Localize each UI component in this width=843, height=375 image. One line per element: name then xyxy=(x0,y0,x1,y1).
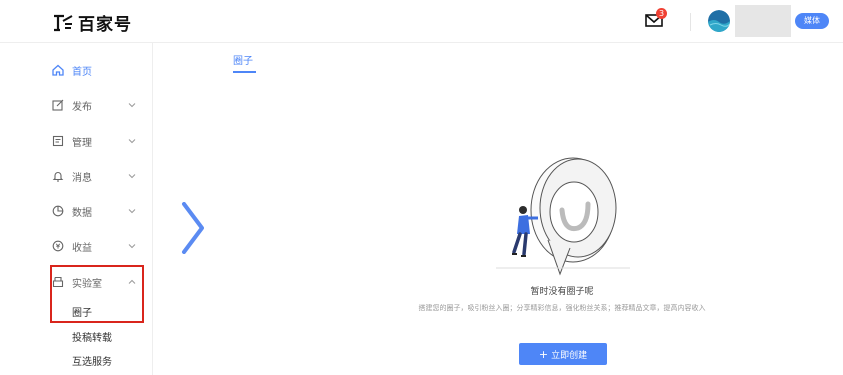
top-header: 百家号 3 媒体 xyxy=(0,0,843,43)
money-icon xyxy=(52,240,64,252)
empty-state-title: 暂时没有圈子呢 xyxy=(530,287,594,297)
empty-state-description: 搭建您的圈子，吸引粉丝入圈；分享精彩信息，强化粉丝关系；推荐精品文章，提高内容收… xyxy=(418,304,706,312)
sidebar-item-label: 消息 xyxy=(72,172,92,184)
tab-active-underline xyxy=(233,71,256,73)
sidebar-subitem-mutual-selection[interactable]: 互选服务 xyxy=(72,353,112,368)
sidebar-subitem-submission-reprint[interactable]: 投稿转载 xyxy=(72,329,112,344)
sidebar-item-income[interactable]: 收益 xyxy=(52,236,144,256)
chevron-down-icon xyxy=(128,209,136,214)
tab-circle[interactable]: 圈子 xyxy=(233,52,253,67)
username-redacted xyxy=(735,5,791,37)
plus-icon: + xyxy=(538,347,549,361)
sidebar-item-label: 发布 xyxy=(72,101,92,113)
chevron-right-icon xyxy=(182,202,204,254)
create-button-label: 立即创建 xyxy=(551,350,588,361)
edit-icon xyxy=(52,99,64,111)
list-icon xyxy=(52,135,64,147)
chevron-down-icon xyxy=(128,103,136,108)
sidebar-item-manage[interactable]: 管理 xyxy=(52,131,144,151)
create-circle-button[interactable]: + 立即创建 xyxy=(519,343,607,365)
empty-state-illustration xyxy=(496,157,630,276)
pie-chart-icon xyxy=(52,205,64,217)
role-badge: 媒体 xyxy=(795,13,829,29)
sidebar-item-label: 首页 xyxy=(72,66,92,78)
chevron-down-icon xyxy=(128,139,136,144)
sidebar-item-label: 管理 xyxy=(72,137,92,149)
sidebar-item-label: 数据 xyxy=(72,207,92,219)
avatar[interactable] xyxy=(708,10,730,32)
header-divider xyxy=(690,13,691,31)
home-icon xyxy=(52,64,64,76)
sidebar-item-data[interactable]: 数据 xyxy=(52,201,144,221)
notification-badge: 3 xyxy=(656,8,667,19)
logo-text: 百家号 xyxy=(78,15,132,35)
sidebar-item-messages[interactable]: 消息 xyxy=(52,166,144,186)
chevron-down-icon xyxy=(128,174,136,179)
bell-icon xyxy=(52,172,64,182)
sidebar-item-home[interactable]: 首页 xyxy=(52,60,144,80)
baijiahao-logo-icon xyxy=(54,14,73,31)
chevron-down-icon xyxy=(128,244,136,249)
sidebar-item-publish[interactable]: 发布 xyxy=(52,95,144,115)
avatar-image-icon xyxy=(708,10,730,32)
sidebar-item-label: 收益 xyxy=(72,242,92,254)
logo[interactable]: 百家号 xyxy=(52,10,132,35)
highlight-annotation-box xyxy=(50,265,144,323)
